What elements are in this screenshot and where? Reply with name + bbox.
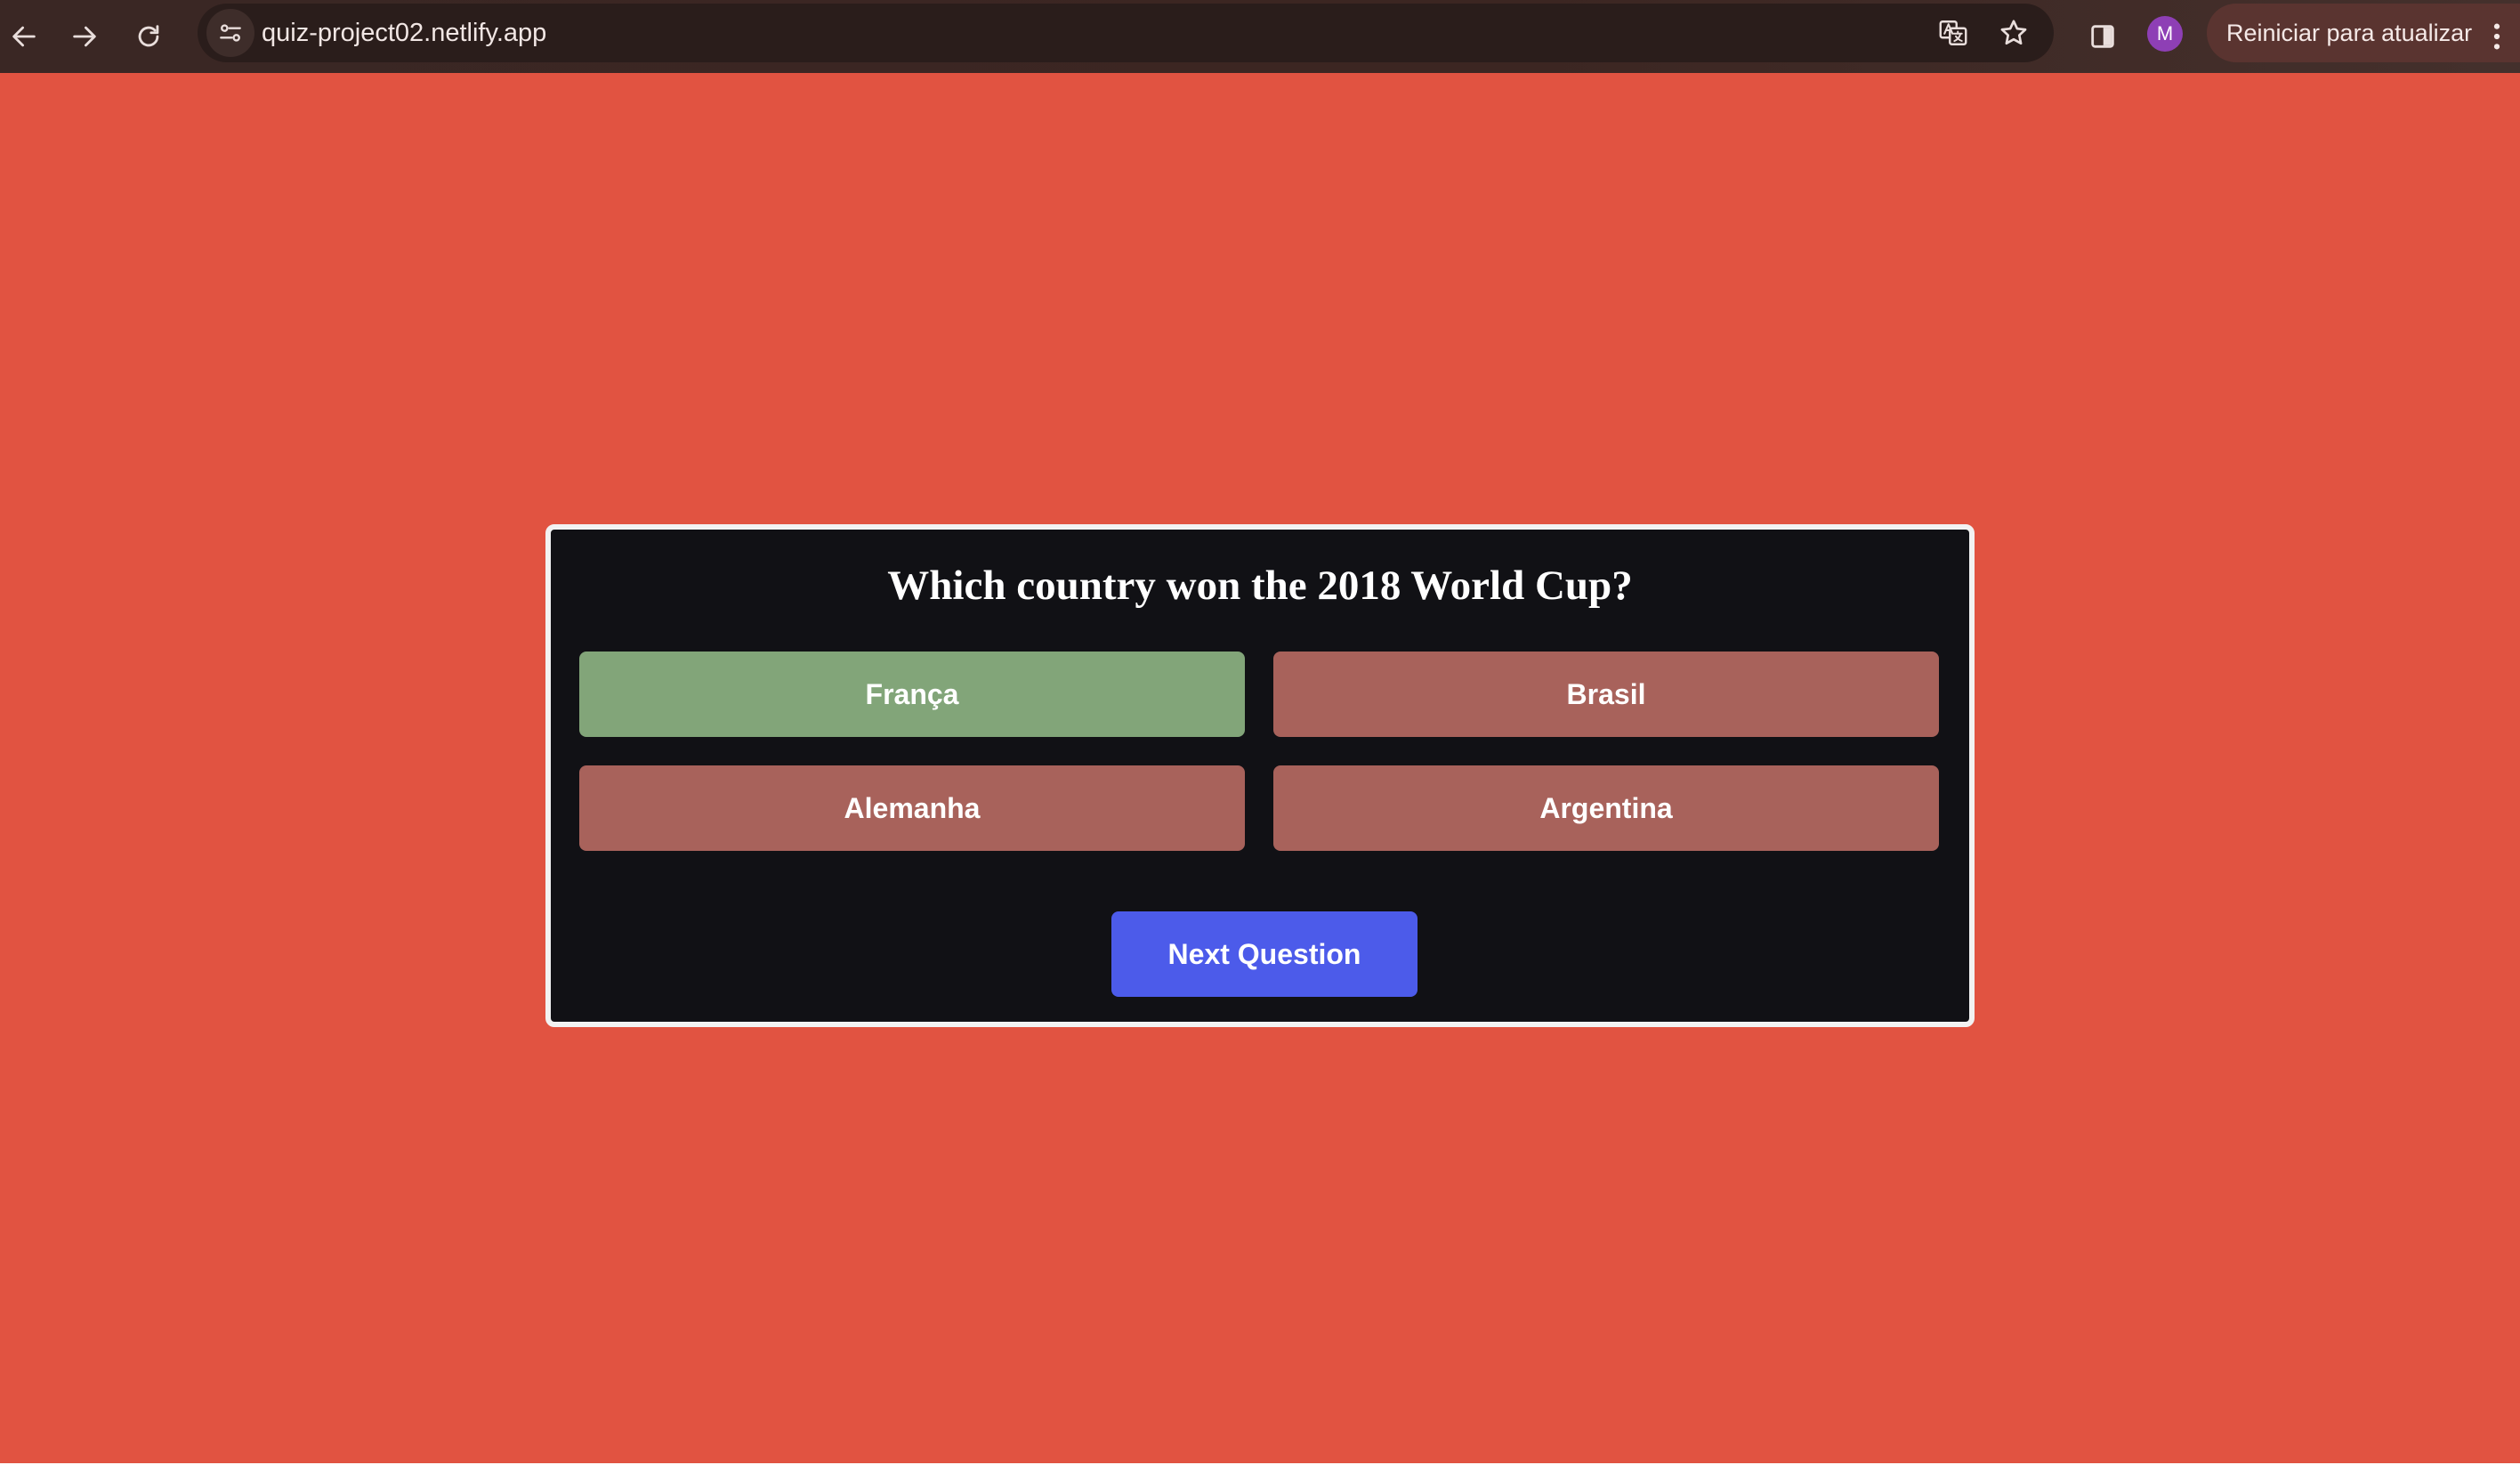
reload-icon [138,25,159,47]
translate-icon [1939,20,1967,45]
profile-initial: M [2156,22,2174,45]
answer-button-franca[interactable]: França [579,652,1245,737]
address-bar[interactable]: quiz-project02.netlify.app [198,4,2054,62]
browser-toolbar: quiz-project02.netlify.app M Reiniciar p… [0,0,2520,73]
next-question-button[interactable]: Next Question [1111,911,1418,997]
reload-button[interactable] [125,12,173,61]
site-info-button[interactable] [206,9,254,57]
answer-button-argentina[interactable]: Argentina [1273,765,1939,851]
profile-avatar[interactable]: M [2147,16,2183,52]
site-settings-icon [220,24,241,42]
side-panel-icon [2091,25,2114,48]
url-text[interactable]: quiz-project02.netlify.app [262,4,546,62]
kebab-menu-icon [2493,23,2500,50]
arrow-left-icon [12,26,36,47]
quiz-card: Which country won the 2018 World Cup? Fr… [545,524,1975,1027]
answer-button-alemanha[interactable]: Alemanha [579,765,1245,851]
restart-label: Reiniciar para atualizar [2226,20,2473,46]
question-text: Which country won the 2018 World Cup? [887,563,1633,609]
forward-button[interactable] [61,12,109,61]
answer-button-brasil[interactable]: Brasil [1273,652,1939,737]
arrow-right-icon [73,26,96,47]
browser-menu-button[interactable] [2479,12,2515,61]
translate-button[interactable] [1931,11,1975,55]
restart-to-update-button[interactable]: Reiniciar para atualizar [2207,4,2520,62]
back-button[interactable] [0,12,48,61]
bookmark-button[interactable] [1991,11,2036,55]
star-icon [2000,20,2027,45]
side-panel-button[interactable] [2079,12,2127,61]
